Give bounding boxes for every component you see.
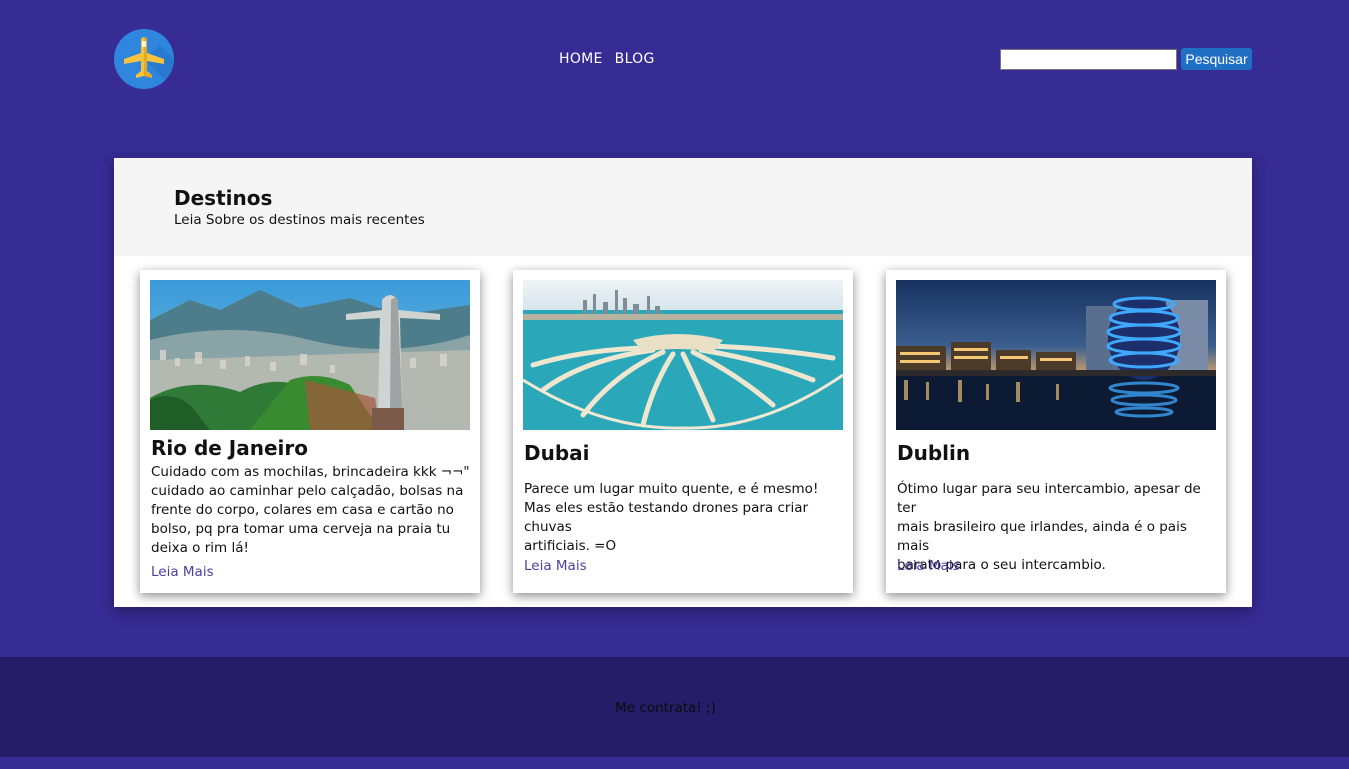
destination-card-rio: Rio de Janeiro Cuidado com as mochilas, …	[140, 270, 480, 593]
footer: Me contrata! ;)	[0, 657, 1349, 757]
card-title: Dubai	[524, 441, 590, 465]
read-more-link[interactable]: Leia Mais	[897, 558, 960, 574]
main-nav: HOME BLOG	[559, 51, 655, 67]
card-text: Parece um lugar muito quente, e é mesmo!…	[524, 481, 819, 554]
card-text: Cuidado com as mochilas, brincadeira kkk…	[151, 464, 470, 556]
logo[interactable]	[114, 29, 174, 89]
nav-home-link[interactable]: HOME	[559, 51, 603, 67]
destinations-panel: Destinos Leia Sobre os destinos mais rec…	[114, 158, 1252, 607]
page-title: Destinos	[174, 186, 273, 210]
destination-card-dubai: Dubai Parece um lugar muito quente, e é …	[513, 270, 853, 593]
read-more-link[interactable]: Leia Mais	[524, 558, 587, 574]
panel-header: Destinos Leia Sobre os destinos mais rec…	[114, 158, 1252, 256]
read-more-link[interactable]: Leia Mais	[151, 564, 214, 580]
page-subtitle: Leia Sobre os destinos mais recentes	[174, 212, 425, 228]
search-button[interactable]: Pesquisar	[1181, 48, 1252, 70]
destination-card-dublin: Dublin Ótimo lugar para seu intercambio,…	[886, 270, 1226, 593]
search-input[interactable]	[1000, 49, 1177, 70]
footer-text: Me contrata! ;)	[615, 700, 716, 716]
card-title: Dublin	[897, 441, 971, 465]
rio-image	[150, 280, 470, 430]
card-title: Rio de Janeiro	[151, 436, 309, 460]
nav-blog-link[interactable]: BLOG	[615, 51, 655, 67]
airplane-icon	[124, 37, 174, 89]
dublin-image	[896, 280, 1216, 430]
dubai-image	[523, 280, 843, 430]
